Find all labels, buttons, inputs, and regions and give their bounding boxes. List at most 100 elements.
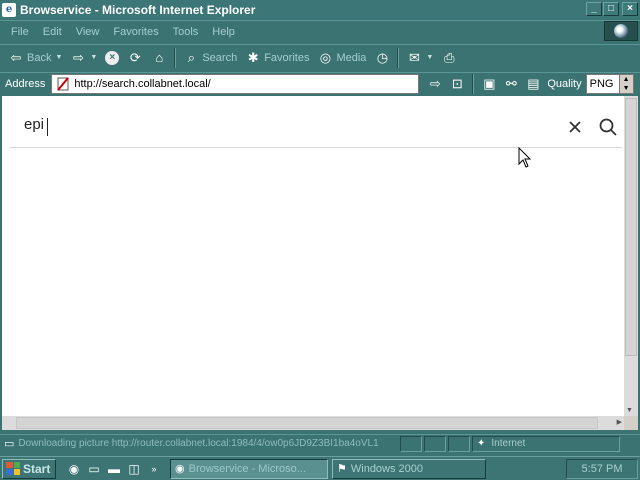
address-separator — [472, 73, 475, 94]
toolbar-separator — [397, 47, 400, 68]
back-label: Back — [27, 51, 52, 64]
search-toolbar-label: Search — [202, 51, 238, 64]
window-quicklaunch-icon[interactable]: ▬ — [106, 461, 122, 477]
stop-button[interactable]: × — [101, 47, 123, 69]
ie-task-icon: ◉ — [175, 463, 185, 475]
vertical-scrollbar[interactable]: ▼ — [624, 96, 638, 416]
back-arrow-icon: ⇦ — [10, 49, 22, 65]
scroll-down-arrow-icon[interactable]: ▼ — [626, 407, 633, 414]
search-submit-button[interactable] — [598, 117, 618, 137]
menu-favorites[interactable]: Favorites — [106, 26, 165, 38]
address-url: http://search.collabnet.local/ — [74, 77, 211, 90]
magnifier-icon: ⌕ — [187, 49, 195, 65]
start-label: Start — [23, 461, 51, 476]
paste-icon[interactable]: ▤ — [523, 74, 543, 94]
favorites-button[interactable]: ✱ Favorites — [241, 47, 313, 69]
menu-tools[interactable]: Tools — [166, 26, 206, 38]
printer-icon: ⎙ — [444, 49, 455, 65]
start-button[interactable]: Start — [2, 458, 56, 479]
system-tray-clock[interactable]: 5:57 PM — [566, 459, 638, 479]
taskbar-item-browservice[interactable]: ◉ Browservice - Microso... — [170, 458, 328, 479]
zone-label: Internet — [491, 438, 526, 449]
vertical-scroll-thumb[interactable] — [625, 98, 637, 356]
favorites-label: Favorites — [264, 51, 310, 64]
menu-view[interactable]: View — [69, 26, 107, 38]
go-arrow-icon[interactable]: ⇨ — [425, 74, 445, 94]
taskbar: Start ◉ ▭ ▬ ◫ » ◉ Browservice - Microso.… — [0, 456, 640, 480]
mail-dropdown-icon[interactable]: ▼ — [426, 54, 433, 61]
print-button[interactable]: ⎙ — [437, 47, 461, 69]
clock: 5:57 PM — [581, 463, 623, 475]
favorites-star-icon: ✱ — [247, 49, 259, 65]
home-icon: ⌂ — [155, 50, 164, 65]
refresh-icon: ⟳ — [129, 49, 141, 65]
menu-file[interactable]: File — [4, 26, 36, 38]
quick-launch: ◉ ▭ ▬ ◫ » — [66, 461, 162, 477]
standard-toolbar: ⇦ Back ▼ ⇨ ▼ × ⟳ ⌂ ⌕ Search ✱ Favorites … — [0, 44, 640, 70]
more-quicklaunch-icon[interactable]: » — [146, 461, 162, 477]
maximize-button[interactable]: □ — [603, 2, 619, 16]
window-title: Browservice - Microsoft Internet Explore… — [20, 2, 256, 17]
refresh-button[interactable]: ⟳ — [123, 47, 147, 69]
history-icon: ◷ — [376, 49, 389, 65]
close-button[interactable]: × — [622, 2, 638, 16]
scrollbar-corner — [624, 416, 638, 430]
scroll-right-arrow-icon[interactable]: ▶ — [617, 418, 622, 426]
menu-edit[interactable]: Edit — [36, 26, 69, 38]
home-button[interactable]: ⌂ — [147, 47, 171, 69]
status-bar: ▭ Downloading picture http://router.coll… — [0, 434, 640, 452]
security-zone: ✦ Internet — [472, 435, 620, 452]
title-bar[interactable]: e Browservice - Microsoft Internet Explo… — [0, 0, 640, 19]
mail-button[interactable]: ✉ ▼ — [402, 47, 437, 69]
windows-task-icon: ⚑ — [337, 463, 347, 475]
forward-dropdown-icon[interactable]: ▼ — [90, 54, 97, 61]
quality-value: PNG — [589, 77, 614, 90]
forward-arrow-icon: ⇨ — [72, 49, 84, 65]
ie-quicklaunch-icon[interactable]: ◉ — [66, 461, 82, 477]
quality-spinner-icon[interactable]: ▲ ▼ — [618, 74, 633, 93]
history-button[interactable]: ◷ — [370, 47, 394, 69]
horizontal-scrollbar[interactable]: ▶ — [2, 416, 624, 430]
horizontal-scroll-thumb[interactable] — [16, 417, 598, 429]
clear-search-button[interactable] — [566, 118, 584, 136]
mail-icon: ✉ — [408, 49, 420, 65]
address-bar: Address http://search.collabnet.local/ ⇨… — [0, 72, 640, 94]
find-binoculars-icon[interactable]: ⚯ — [501, 74, 521, 94]
quality-control: Quality PNG ▲ ▼ — [547, 73, 634, 94]
loading-page-icon: ▭ — [4, 438, 15, 450]
address-tools: ⇨ ⊡ ▣ ⚯ ▤ — [425, 73, 543, 94]
search-toolbar-button[interactable]: ⌕ Search — [179, 47, 241, 69]
windows-throbber-logo — [604, 21, 638, 41]
back-dropdown-icon[interactable]: ▼ — [55, 54, 62, 61]
ie-window: e Browservice - Microsoft Internet Explo… — [0, 0, 640, 456]
status-message: ▭ Downloading picture http://router.coll… — [4, 437, 398, 450]
desktop-quicklaunch-icon[interactable]: ▭ — [86, 461, 102, 477]
address-input[interactable]: http://search.collabnet.local/ — [51, 73, 420, 94]
page-icon — [57, 76, 70, 91]
menu-bar: File Edit View Favorites Tools Help — [0, 20, 640, 42]
bookmark-icon[interactable]: ⊡ — [447, 74, 467, 94]
internet-globe-icon: ✦ — [477, 438, 486, 449]
status-panel — [448, 435, 470, 452]
explorer-quicklaunch-icon[interactable]: ◫ — [126, 461, 142, 477]
media-icon: ◎ — [319, 49, 332, 65]
back-button[interactable]: ⇦ Back ▼ — [4, 47, 66, 69]
clipboard-icon[interactable]: ▣ — [479, 74, 499, 94]
minimize-button[interactable]: _ — [586, 2, 602, 16]
search-bar — [10, 108, 622, 148]
window-controls: _ □ × — [585, 2, 638, 16]
search-input[interactable] — [24, 116, 424, 133]
toolbar-separator — [174, 47, 177, 68]
status-panel — [424, 435, 446, 452]
media-button[interactable]: ◎ Media — [313, 47, 370, 69]
forward-button[interactable]: ⇨ ▼ — [66, 47, 101, 69]
windows-flag-icon — [6, 462, 20, 475]
ie-app-icon[interactable]: e — [2, 2, 16, 17]
quality-label: Quality — [547, 77, 582, 90]
menu-help[interactable]: Help — [205, 26, 242, 38]
taskbar-item-windows2000[interactable]: ⚑ Windows 2000 — [332, 458, 486, 479]
page-content — [2, 96, 624, 416]
throbber-icon — [614, 24, 628, 38]
quality-select[interactable]: PNG ▲ ▼ — [585, 73, 634, 94]
task-label: Windows 2000 — [350, 462, 424, 475]
